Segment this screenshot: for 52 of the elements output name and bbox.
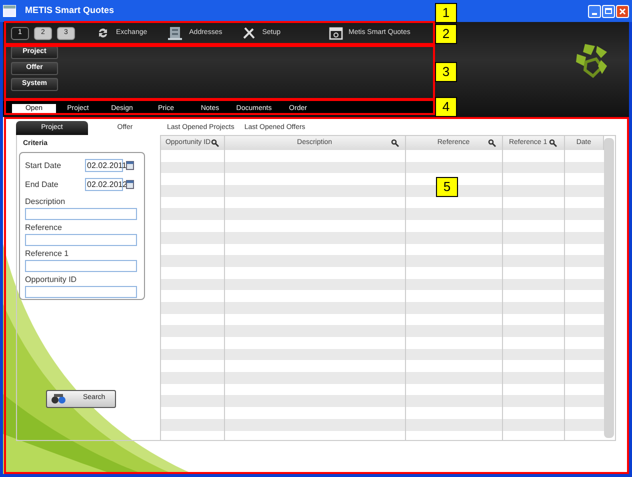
app-icon <box>328 26 343 40</box>
table-cell <box>502 325 565 337</box>
magnifier-icon <box>549 139 558 147</box>
input-field[interactable] <box>25 286 137 298</box>
input-field[interactable] <box>25 208 137 220</box>
table-cell <box>564 325 604 337</box>
callout-label: 1 <box>435 3 457 23</box>
table-cell <box>502 232 565 244</box>
magnifier-icon <box>390 139 399 147</box>
app-icon <box>3 5 16 17</box>
table-cell <box>502 278 565 290</box>
table-cell <box>502 314 565 326</box>
callout-label: 3 <box>435 62 457 82</box>
field-label: Reference 1 <box>25 248 70 258</box>
window-title: METIS Smart Quotes <box>25 4 114 18</box>
field-label: End Date <box>25 178 60 190</box>
callout-label: 2 <box>435 24 457 44</box>
field-label: Opportunity ID <box>25 274 78 284</box>
table-cell <box>502 348 565 360</box>
minimize-button[interactable] <box>588 4 601 18</box>
table-cell <box>564 208 604 220</box>
calendar-icon[interactable] <box>126 161 134 170</box>
close-button[interactable] <box>616 4 629 18</box>
field-label: Start Date <box>25 160 62 172</box>
tools-icon <box>242 26 256 40</box>
magnifier-icon <box>210 139 219 147</box>
table-cell <box>564 372 604 384</box>
table-cell <box>502 302 565 314</box>
field-label: Description <box>25 196 66 206</box>
scrollbar[interactable] <box>604 138 614 438</box>
callout-label: 4 <box>435 97 457 117</box>
table-cell <box>502 255 565 267</box>
magnifier-icon <box>488 139 496 147</box>
table-cell <box>502 372 565 384</box>
arrows-icon <box>96 26 110 40</box>
close-icon <box>619 8 626 14</box>
callout-label: 5 <box>436 177 458 197</box>
table-cell <box>564 395 604 408</box>
building-icon <box>167 25 184 41</box>
input-field[interactable] <box>25 234 137 246</box>
input-field[interactable] <box>25 260 137 272</box>
table-cell <box>564 185 604 197</box>
table-cell <box>502 208 565 220</box>
binoculars-icon <box>51 393 67 404</box>
table-cell <box>564 255 604 267</box>
calendar-icon[interactable] <box>126 180 134 189</box>
table-cell <box>502 395 565 408</box>
table-cell <box>502 162 565 174</box>
table-cell <box>502 185 565 197</box>
maximize-button[interactable] <box>602 4 615 18</box>
field-label: Reference <box>25 222 63 232</box>
table-cell <box>502 418 565 430</box>
